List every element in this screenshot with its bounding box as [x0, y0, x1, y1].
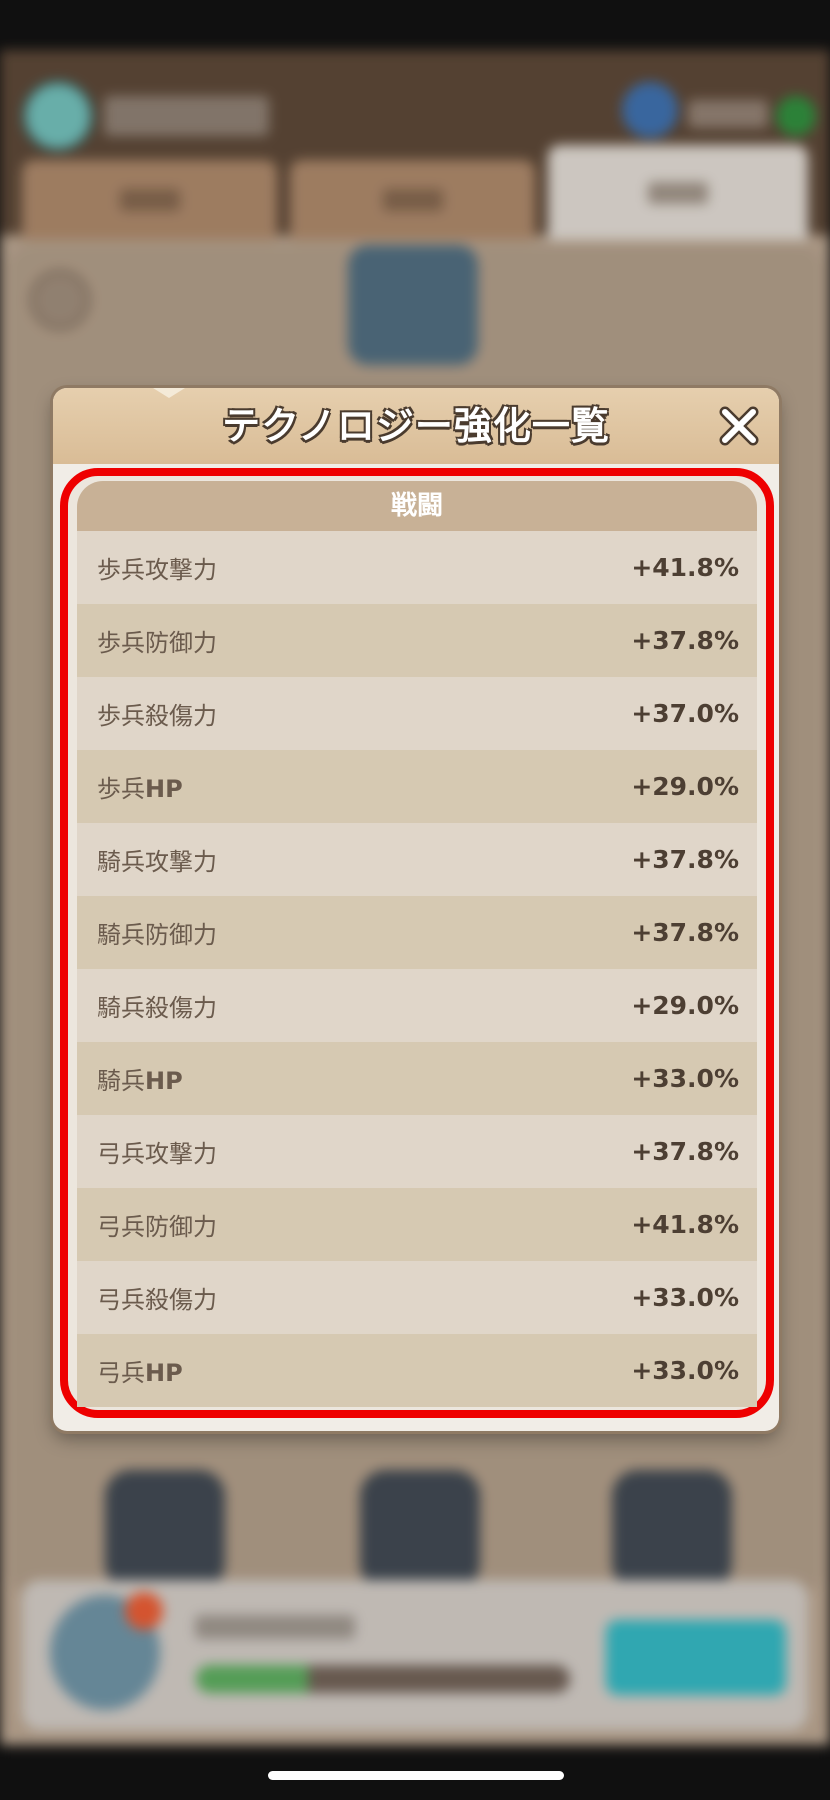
dialog-title: テクノロジー強化一覧 [222, 404, 610, 448]
stat-name: 騎兵殺傷力 [97, 994, 217, 1022]
stat-name: 弓兵殺傷力 [97, 1286, 217, 1314]
close-button[interactable] [717, 404, 761, 448]
stat-value: +37.8% [631, 845, 739, 874]
section-header-combat: 戦闘 [77, 481, 757, 531]
stat-value: +37.8% [631, 626, 739, 655]
stat-name: 弓兵攻撃力 [97, 1140, 217, 1168]
stat-row: 弓兵殺傷力 +33.0% [77, 1261, 757, 1334]
stat-list[interactable]: 歩兵攻撃力 +41.8% 歩兵防御力 +37.8% 歩兵殺傷力 +37.0% 歩兵HP +29… [77, 531, 757, 1407]
stat-value: +33.0% [631, 1356, 739, 1385]
stat-row: 歩兵防御力 +37.8% [77, 604, 757, 677]
dialog-header: テクノロジー強化一覧 [53, 388, 779, 464]
stat-row: 歩兵HP +29.0% [77, 750, 757, 823]
stat-name: 弓兵防御力 [97, 1213, 217, 1241]
stat-value: +41.8% [631, 553, 739, 582]
stat-name: 歩兵HP [97, 775, 183, 803]
stat-name: 騎兵防御力 [97, 921, 217, 949]
stat-value: +41.8% [631, 1210, 739, 1239]
stat-row: 騎兵防御力 +37.8% [77, 896, 757, 969]
stat-name: 騎兵攻撃力 [97, 848, 217, 876]
stat-name: 弓兵HP [97, 1359, 183, 1387]
stat-row: 騎兵殺傷力 +29.0% [77, 969, 757, 1042]
stat-row: 騎兵攻撃力 +37.8% [77, 823, 757, 896]
stat-row: 弓兵HP +33.0% [77, 1334, 757, 1407]
stat-value: +33.0% [631, 1283, 739, 1312]
stat-value: +37.8% [631, 918, 739, 947]
stat-row: 歩兵殺傷力 +37.0% [77, 677, 757, 750]
stat-name: 歩兵殺傷力 [97, 702, 217, 730]
stat-value: +37.8% [631, 1137, 739, 1166]
stat-value: +29.0% [631, 991, 739, 1020]
stat-row: 歩兵攻撃力 +41.8% [77, 531, 757, 604]
stat-row: 弓兵攻撃力 +37.8% [77, 1115, 757, 1188]
stat-value: +33.0% [631, 1064, 739, 1093]
stat-value: +37.0% [631, 699, 739, 728]
stat-name: 騎兵HP [97, 1067, 183, 1095]
highlighted-stat-list: 戦闘 歩兵攻撃力 +41.8% 歩兵防御力 +37.8% 歩兵殺傷力 +37.0% 歩兵HP… [60, 468, 774, 1418]
stat-row: 弓兵防御力 +41.8% [77, 1188, 757, 1261]
stat-name: 歩兵攻撃力 [97, 556, 217, 584]
stat-value: +29.0% [631, 772, 739, 801]
stat-row: 騎兵HP +33.0% [77, 1042, 757, 1115]
stat-name: 歩兵防御力 [97, 629, 217, 657]
home-indicator [268, 1771, 564, 1780]
technology-boost-dialog: テクノロジー強化一覧 戦闘 歩兵攻撃力 +41.8% 歩兵防御力 +37.8% 歩兵殺傷… [53, 388, 779, 1431]
close-icon [719, 406, 759, 446]
